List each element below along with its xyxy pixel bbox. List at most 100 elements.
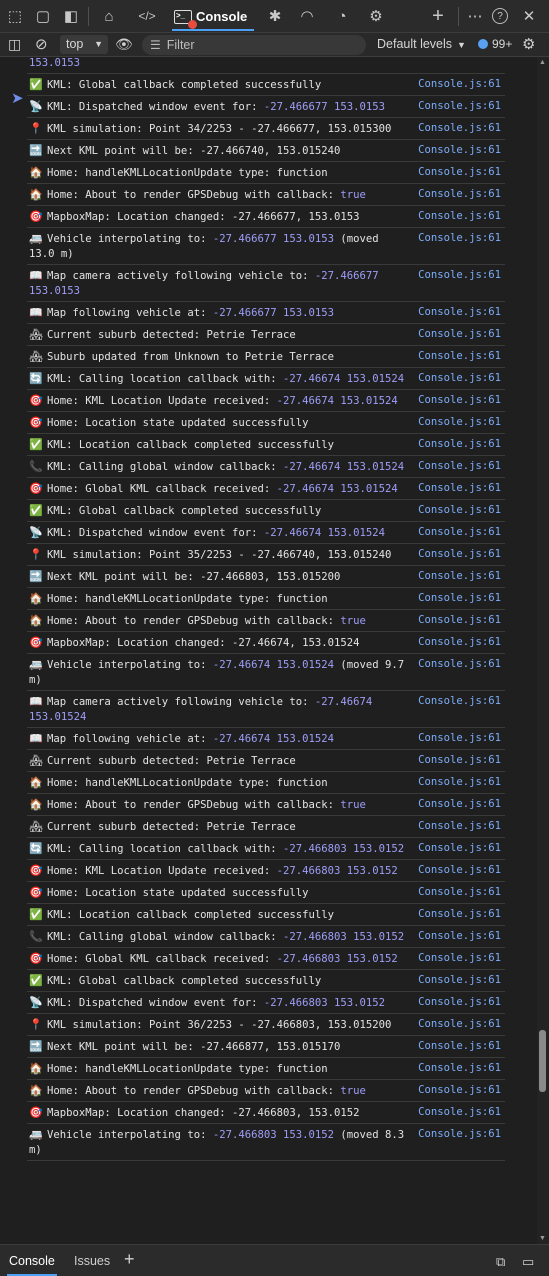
source-link[interactable]: Console.js:61 bbox=[418, 731, 501, 746]
scrollbar[interactable]: ▲ ▼ bbox=[537, 57, 549, 1244]
device-emulation-icon[interactable]: ▢ bbox=[32, 6, 54, 26]
source-link[interactable]: Console.js:61 bbox=[418, 797, 501, 812]
source-link[interactable]: Console.js:61 bbox=[418, 209, 501, 224]
filter-input[interactable] bbox=[166, 38, 347, 52]
elements-icon[interactable]: </> bbox=[136, 6, 158, 26]
message-segment: KML: Calling location callback with: bbox=[47, 373, 283, 385]
console-messages[interactable]: 153.0153 ✅ KML: Global callback completed … bbox=[0, 57, 549, 1244]
source-link[interactable]: Console.js:61 bbox=[418, 657, 501, 672]
message-segment: Home: handleKMLLocationUpdate type: func… bbox=[47, 593, 328, 605]
message-text: 🏠 Home: handleKMLLocationUpdate type: fun… bbox=[29, 775, 407, 791]
message-text: 🏠 Home: handleKMLLocationUpdate type: fun… bbox=[29, 165, 407, 181]
help-icon[interactable]: ? bbox=[492, 8, 508, 24]
message-value: 153.0153 bbox=[29, 57, 81, 69]
source-link[interactable]: Console.js:61 bbox=[418, 694, 501, 709]
filter-box[interactable]: ☰ bbox=[142, 35, 366, 55]
source-link[interactable]: Console.js:61 bbox=[418, 885, 501, 900]
source-link[interactable]: Console.js:61 bbox=[418, 371, 501, 386]
source-link[interactable]: Console.js:61 bbox=[418, 819, 501, 834]
console-message-row: ✅ KML: Global callback completed successf… bbox=[27, 970, 505, 992]
source-link[interactable]: Console.js:61 bbox=[418, 143, 501, 158]
message-emoji-icon: 🏠 bbox=[29, 188, 43, 201]
welcome-icon[interactable]: ⌂ bbox=[98, 6, 120, 26]
message-segment: Home: Global KML callback received: bbox=[47, 483, 277, 495]
source-link[interactable]: Console.js:61 bbox=[418, 99, 501, 114]
message-segment: Home: KML Location Update received: bbox=[47, 865, 277, 877]
source-link[interactable]: Console.js:61 bbox=[418, 775, 501, 790]
drawer-tab-issues[interactable]: Issues bbox=[74, 1254, 110, 1268]
console-settings-gear-icon[interactable]: ⚙ bbox=[522, 35, 535, 53]
context-selector[interactable]: top ▼ bbox=[60, 35, 108, 54]
source-link[interactable]: Console.js:61 bbox=[418, 437, 501, 452]
source-link[interactable]: Console.js:61 bbox=[418, 753, 501, 768]
log-levels-dropdown[interactable]: Default levels ▼ bbox=[377, 37, 466, 51]
source-link[interactable]: Console.js:61 bbox=[418, 1105, 501, 1120]
source-link[interactable]: Console.js:61 bbox=[418, 305, 501, 320]
source-link[interactable]: Console.js:61 bbox=[418, 77, 501, 92]
source-link[interactable]: Console.js:61 bbox=[418, 1017, 501, 1032]
message-segment: KML: Global callback completed successfu… bbox=[47, 505, 322, 517]
scrollbar-thumb[interactable] bbox=[539, 1030, 546, 1092]
source-link[interactable]: Console.js:61 bbox=[418, 525, 501, 540]
source-link[interactable]: Console.js:61 bbox=[418, 973, 501, 988]
message-segment: KML: Dispatched window event for: bbox=[47, 101, 264, 113]
source-link[interactable]: Console.js:61 bbox=[418, 635, 501, 650]
source-link[interactable]: Console.js:61 bbox=[418, 1061, 501, 1076]
source-link[interactable]: Console.js:61 bbox=[418, 187, 501, 202]
source-link[interactable]: Console.js:61 bbox=[418, 841, 501, 856]
more-options-icon[interactable]: ⋯ bbox=[464, 6, 486, 26]
tab-console[interactable]: >_ Console bbox=[168, 0, 254, 33]
source-link[interactable]: Console.js:61 bbox=[418, 415, 501, 430]
dock-icon[interactable]: ◧ bbox=[60, 6, 82, 26]
debugger-icon[interactable]: ✱ bbox=[264, 6, 286, 26]
settings-gear-icon[interactable]: ⚙ bbox=[365, 6, 387, 26]
source-link[interactable]: Console.js:61 bbox=[418, 121, 501, 136]
add-drawer-tab-button[interactable]: + bbox=[124, 1249, 135, 1270]
scroll-up-arrow-icon[interactable]: ▲ bbox=[539, 59, 546, 66]
message-segment: KML: Calling global window callback: bbox=[47, 461, 283, 473]
issues-badge[interactable]: 99+ bbox=[478, 37, 512, 51]
source-link[interactable]: Console.js:61 bbox=[418, 503, 501, 518]
source-link[interactable]: Console.js:61 bbox=[418, 613, 501, 628]
source-link[interactable]: Console.js:61 bbox=[418, 1127, 501, 1142]
inspect-icon[interactable]: ⬚ bbox=[4, 6, 26, 26]
clear-console-icon[interactable]: ⊘ bbox=[35, 35, 48, 53]
message-text: 🔜 Next KML point will be: -27.466803, 153… bbox=[29, 569, 407, 585]
message-text: ✅ KML: Global callback completed successf… bbox=[29, 973, 407, 989]
source-link[interactable]: Console.js:61 bbox=[418, 327, 501, 342]
source-link[interactable]: Console.js:61 bbox=[418, 481, 501, 496]
source-link[interactable]: Console.js:61 bbox=[418, 863, 501, 878]
context-value: top bbox=[66, 37, 84, 51]
source-link[interactable]: Console.js:61 bbox=[418, 929, 501, 944]
source-link[interactable]: Console.js:61 bbox=[418, 349, 501, 364]
source-link[interactable]: Console.js:61 bbox=[418, 547, 501, 562]
quick-view-icon[interactable]: ⧉ bbox=[496, 1254, 505, 1270]
scroll-down-arrow-icon[interactable]: ▼ bbox=[539, 1235, 546, 1242]
message-emoji-icon: 🚐 bbox=[29, 232, 43, 245]
console-toolbar: ◫ ⊘ top ▼ 👁 ☰ Default levels ▼ 99+ ⚙ bbox=[0, 33, 549, 57]
source-link[interactable]: Console.js:61 bbox=[418, 231, 501, 246]
message-segment: KML: Global callback completed successfu… bbox=[47, 975, 322, 987]
network-icon[interactable]: ◠ bbox=[296, 6, 318, 26]
sidebar-toggle-icon[interactable]: ◫ bbox=[8, 36, 21, 53]
source-link[interactable]: Console.js:61 bbox=[418, 1039, 501, 1054]
live-expression-eye-icon[interactable]: 👁 bbox=[115, 36, 133, 53]
source-link[interactable]: Console.js:61 bbox=[418, 907, 501, 922]
close-drawer-icon[interactable]: ▭ bbox=[522, 1254, 534, 1270]
performance-icon[interactable]: ◔ bbox=[331, 6, 353, 26]
source-link[interactable]: Console.js:61 bbox=[418, 1083, 501, 1098]
console-message-row: 📞 KML: Calling global window callback: -2… bbox=[27, 926, 505, 948]
source-link[interactable]: Console.js:61 bbox=[418, 393, 501, 408]
source-link[interactable]: Console.js:61 bbox=[418, 995, 501, 1010]
source-link[interactable]: Console.js:61 bbox=[418, 591, 501, 606]
drawer-tab-console[interactable]: Console bbox=[7, 1254, 57, 1276]
message-emoji-icon: 🏠 bbox=[29, 592, 43, 605]
source-link[interactable]: Console.js:61 bbox=[418, 268, 501, 283]
add-tab-button[interactable]: + bbox=[427, 5, 449, 27]
source-link[interactable]: Console.js:61 bbox=[418, 951, 501, 966]
source-link[interactable]: Console.js:61 bbox=[418, 459, 501, 474]
close-icon[interactable]: ✕ bbox=[518, 6, 540, 26]
message-text: 📍 KML simulation: Point 36/2253 - -27.466… bbox=[29, 1017, 407, 1033]
source-link[interactable]: Console.js:61 bbox=[418, 165, 501, 180]
source-link[interactable]: Console.js:61 bbox=[418, 569, 501, 584]
